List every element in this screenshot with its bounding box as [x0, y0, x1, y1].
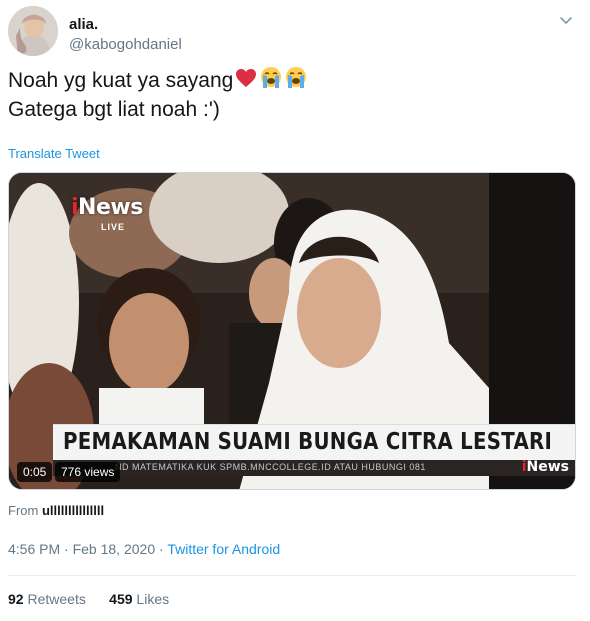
video-duration-badge: 0:05	[17, 462, 53, 482]
user-handle[interactable]: @kabogohdaniel	[69, 36, 182, 53]
tweet-line-2: Gatega bgt liat noah :')	[8, 98, 220, 121]
likes-label: Likes	[136, 591, 170, 607]
retweets-count: 92	[8, 591, 24, 607]
video-player[interactable]: iNews LIVE PEMAKAMAN SUAMI BUNGA CITRA L…	[8, 172, 576, 490]
channel-logo-prefix: i	[71, 195, 79, 220]
divider	[8, 575, 576, 576]
source-prefix: From	[8, 503, 39, 518]
tweet-time[interactable]: 4:56 PM	[8, 541, 60, 557]
ticker-text: ND MATEMATIKA KUK SPMB.MNCCOLLEGE.ID ATA…	[115, 462, 426, 472]
live-label: LIVE	[101, 222, 126, 232]
loudly-crying-face-icon	[286, 67, 307, 88]
retweets-stat[interactable]: 92 Retweets	[8, 591, 86, 607]
likes-stat[interactable]: 459 Likes	[109, 591, 169, 607]
tweet-text: Noah yg kuat ya sayang Gatega bgt liat n…	[8, 66, 578, 124]
tweet-header: alia. @kabogohdaniel	[8, 6, 582, 58]
news-ticker: ND MATEMATIKA KUK SPMB.MNCCOLLEGE.ID ATA…	[53, 460, 575, 476]
red-heart-icon	[236, 69, 257, 87]
video-source: From ulllllllllllllll	[8, 503, 104, 518]
ticker-channel-logo: iNews	[522, 459, 569, 475]
meta-separator: ·	[155, 541, 168, 557]
source-account-link[interactable]: ulllllllllllllll	[42, 503, 104, 518]
ticker-logo-text: News	[526, 459, 569, 475]
tweet-date[interactable]: Feb 18, 2020	[73, 541, 156, 557]
tweet-client-link[interactable]: Twitter for Android	[167, 541, 280, 557]
news-headline: PEMAKAMAN SUAMI BUNGA CITRA LESTARI	[63, 429, 553, 455]
meta-separator: ·	[60, 541, 73, 557]
tweet-meta: 4:56 PM · Feb 18, 2020 · Twitter for And…	[8, 541, 280, 557]
tweet-line-1-text: Noah yg kuat ya sayang	[8, 69, 234, 92]
video-views-badge: 776 views	[55, 462, 121, 482]
retweets-label: Retweets	[27, 591, 86, 607]
loudly-crying-face-icon	[261, 67, 282, 88]
chevron-down-icon[interactable]	[558, 12, 574, 28]
likes-count: 459	[109, 591, 133, 607]
translate-tweet-link[interactable]: Translate Tweet	[8, 146, 100, 161]
avatar[interactable]	[8, 6, 58, 56]
news-lower-third: PEMAKAMAN SUAMI BUNGA CITRA LESTARI	[53, 424, 575, 460]
channel-logo-text: News	[78, 195, 143, 220]
channel-logo: iNews	[71, 195, 143, 220]
display-name[interactable]: alia.	[69, 16, 98, 33]
tweet-line-1: Noah yg kuat ya sayang	[8, 66, 578, 95]
tweet-stats: 92 Retweets 459 Likes	[8, 591, 169, 607]
